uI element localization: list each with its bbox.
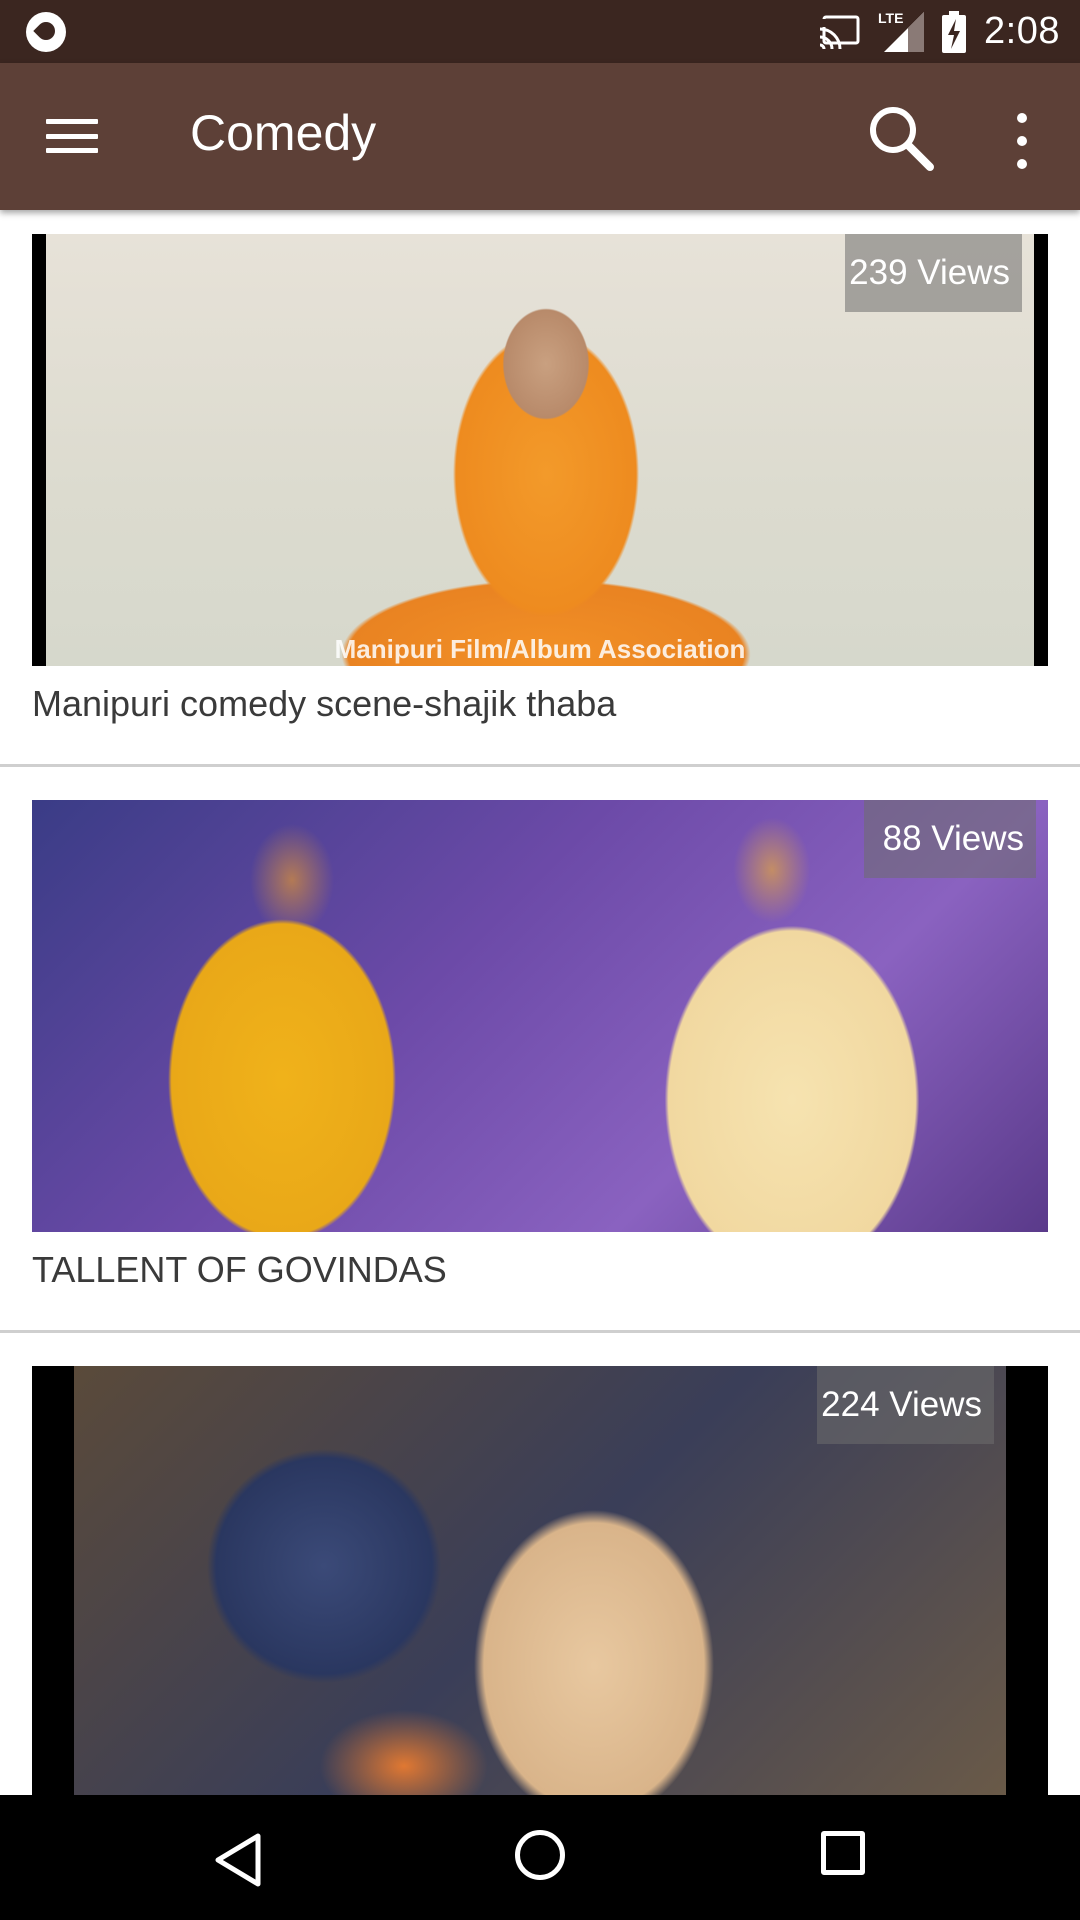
- divider: [0, 1330, 1080, 1333]
- video-thumbnail[interactable]: 224 Views: [32, 1366, 1048, 1795]
- video-card-3[interactable]: 224 Views: [0, 1366, 1080, 1795]
- video-title[interactable]: TALLENT OF GOVINDAS: [32, 1248, 447, 1292]
- views-badge: 88 Views: [864, 800, 1036, 878]
- lte-signal-icon: LTE: [878, 9, 925, 54]
- video-list: Manipuri Film/Album Association 239 View…: [0, 210, 1080, 1795]
- app-notification-icon: [26, 12, 66, 52]
- views-badge: 224 Views: [817, 1366, 994, 1444]
- page-title: Comedy: [190, 105, 377, 161]
- views-badge: 239 Views: [845, 234, 1022, 312]
- search-icon[interactable]: [866, 103, 936, 173]
- app-toolbar: Comedy: [0, 63, 1080, 210]
- hamburger-menu-icon[interactable]: [44, 113, 100, 159]
- video-title[interactable]: Manipuri comedy scene-shajik thaba: [32, 682, 616, 726]
- recents-icon[interactable]: [821, 1831, 865, 1875]
- network-type-label: LTE: [878, 9, 904, 26]
- video-thumbnail[interactable]: 88 Views: [32, 800, 1048, 1232]
- battery-charging-icon: [942, 10, 967, 53]
- video-card-2[interactable]: 88 Views TALLENT OF GOVINDAS: [0, 800, 1080, 1325]
- back-icon[interactable]: [210, 1830, 270, 1890]
- status-time: 2:08: [984, 10, 1060, 52]
- status-bar: LTE 2:08: [0, 0, 1080, 63]
- more-vert-icon[interactable]: [1002, 113, 1042, 169]
- status-icons: LTE 2:08: [818, 0, 1060, 63]
- thumbnail-caption: Manipuri Film/Album Association: [334, 634, 746, 664]
- cast-icon: [819, 15, 860, 49]
- video-card-1[interactable]: Manipuri Film/Album Association 239 View…: [0, 234, 1080, 759]
- divider: [0, 764, 1080, 767]
- video-thumbnail[interactable]: Manipuri Film/Album Association 239 View…: [32, 234, 1048, 666]
- home-icon[interactable]: [515, 1830, 565, 1880]
- system-nav-bar: [0, 1795, 1080, 1920]
